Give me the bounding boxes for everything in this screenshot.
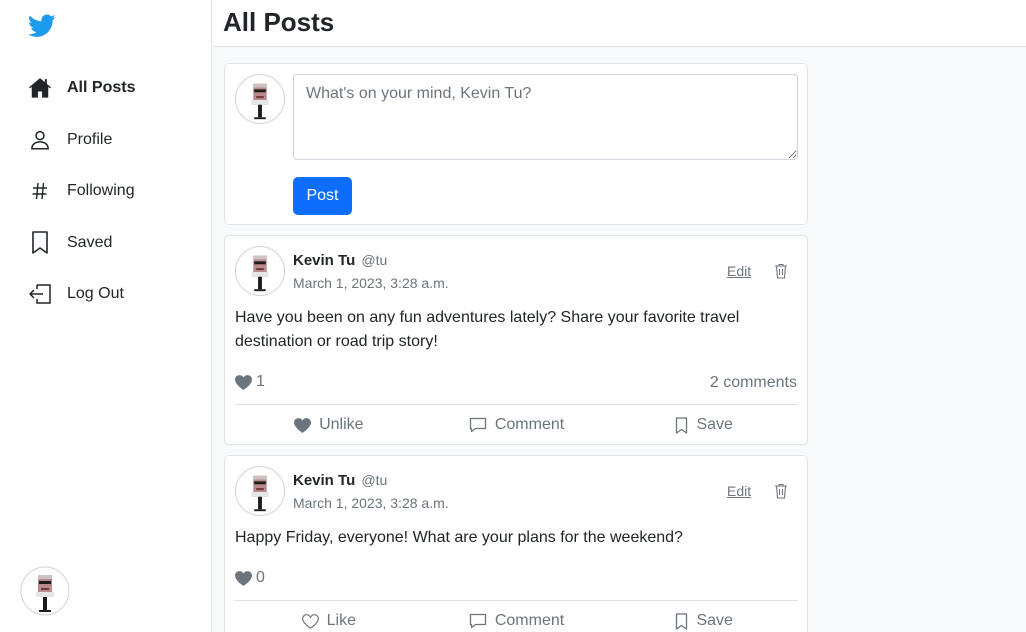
comment-label: Comment — [494, 416, 565, 433]
divider — [235, 600, 798, 601]
page-title: All Posts — [223, 7, 335, 37]
post-button[interactable]: Post — [293, 177, 352, 215]
save-button[interactable]: Save — [610, 610, 798, 632]
bookmark-icon — [28, 230, 52, 255]
like-label: Like — [326, 612, 357, 629]
bookmark-icon — [676, 416, 688, 434]
new-post-composer: Post — [224, 63, 808, 225]
bookmark-icon — [676, 612, 688, 630]
avatar[interactable] — [235, 466, 285, 516]
heart-filled-icon — [235, 570, 252, 586]
main-content: All Posts Post Kevin Tu @tu March 1, 202… — [213, 0, 1026, 632]
trash-icon[interactable] — [774, 263, 788, 279]
post-actions: Like Comment Save — [235, 610, 798, 632]
like-count: 1 — [235, 373, 265, 391]
new-post-input[interactable] — [293, 74, 798, 160]
author-name[interactable]: Kevin Tu — [293, 252, 355, 269]
author-name[interactable]: Kevin Tu — [293, 472, 355, 489]
heart-filled-icon — [294, 417, 312, 433]
avatar[interactable] — [20, 566, 70, 616]
person-icon — [28, 128, 52, 152]
post-author: Kevin Tu @tu — [293, 472, 387, 489]
author-handle: @tu — [361, 252, 388, 268]
page-header: All Posts — [213, 0, 1026, 47]
heart-filled-icon — [235, 374, 252, 390]
hash-icon — [28, 179, 52, 203]
edit-link[interactable]: Edit — [727, 263, 751, 279]
sidebar-nav: All Posts Profile Following Saved Log Ou… — [28, 73, 135, 331]
like-button[interactable]: Like — [235, 610, 423, 632]
sidebar-item-following[interactable]: Following — [28, 176, 135, 206]
unlike-button[interactable]: Unlike — [235, 414, 423, 436]
comment-icon — [469, 417, 486, 433]
post-date: March 1, 2023, 3:28 a.m. — [293, 495, 449, 511]
sidebar-item-label: Following — [67, 182, 135, 199]
like-count-value: 0 — [256, 569, 265, 586]
comment-count-link[interactable]: 2 comments — [710, 374, 797, 392]
twitter-bird-icon[interactable] — [28, 14, 56, 38]
avatar — [235, 74, 285, 124]
post-actions: Unlike Comment Save — [235, 414, 798, 436]
sidebar-item-saved[interactable]: Saved — [28, 228, 135, 258]
comment-icon — [469, 613, 486, 629]
comment-label: Comment — [494, 612, 565, 629]
post-author: Kevin Tu @tu — [293, 252, 387, 269]
house-icon — [28, 76, 52, 100]
like-count-value: 1 — [256, 373, 265, 390]
logout-icon — [28, 282, 52, 306]
sidebar-item-logout[interactable]: Log Out — [28, 279, 135, 309]
edit-link[interactable]: Edit — [727, 483, 751, 499]
comment-button[interactable]: Comment — [423, 610, 611, 632]
post-content: Happy Friday, everyone! What are your pl… — [235, 529, 683, 546]
post-card: Kevin Tu @tu March 1, 2023, 3:28 a.m. Ed… — [224, 455, 808, 632]
post-date: March 1, 2023, 3:28 a.m. — [293, 275, 449, 291]
save-button[interactable]: Save — [610, 414, 798, 436]
post-card: Kevin Tu @tu March 1, 2023, 3:28 a.m. Ed… — [224, 235, 808, 445]
avatar[interactable] — [235, 246, 285, 296]
sidebar-item-all-posts[interactable]: All Posts — [28, 73, 135, 103]
sidebar-item-label: Profile — [67, 130, 113, 148]
like-count: 0 — [235, 569, 265, 587]
unlike-label: Unlike — [319, 416, 364, 433]
sidebar: All Posts Profile Following Saved Log Ou… — [0, 0, 212, 632]
divider — [235, 404, 798, 405]
author-handle: @tu — [361, 472, 388, 488]
save-label: Save — [696, 612, 733, 629]
save-label: Save — [696, 416, 733, 433]
trash-icon[interactable] — [774, 483, 788, 499]
post-content: Have you been on any fun adventures late… — [235, 309, 740, 350]
sidebar-item-label: Log Out — [67, 285, 124, 302]
sidebar-item-label: All Posts — [67, 79, 136, 96]
sidebar-item-label: Saved — [67, 233, 113, 251]
sidebar-item-profile[interactable]: Profile — [28, 125, 135, 155]
comment-button[interactable]: Comment — [423, 414, 611, 436]
heart-outline-icon — [301, 613, 319, 629]
